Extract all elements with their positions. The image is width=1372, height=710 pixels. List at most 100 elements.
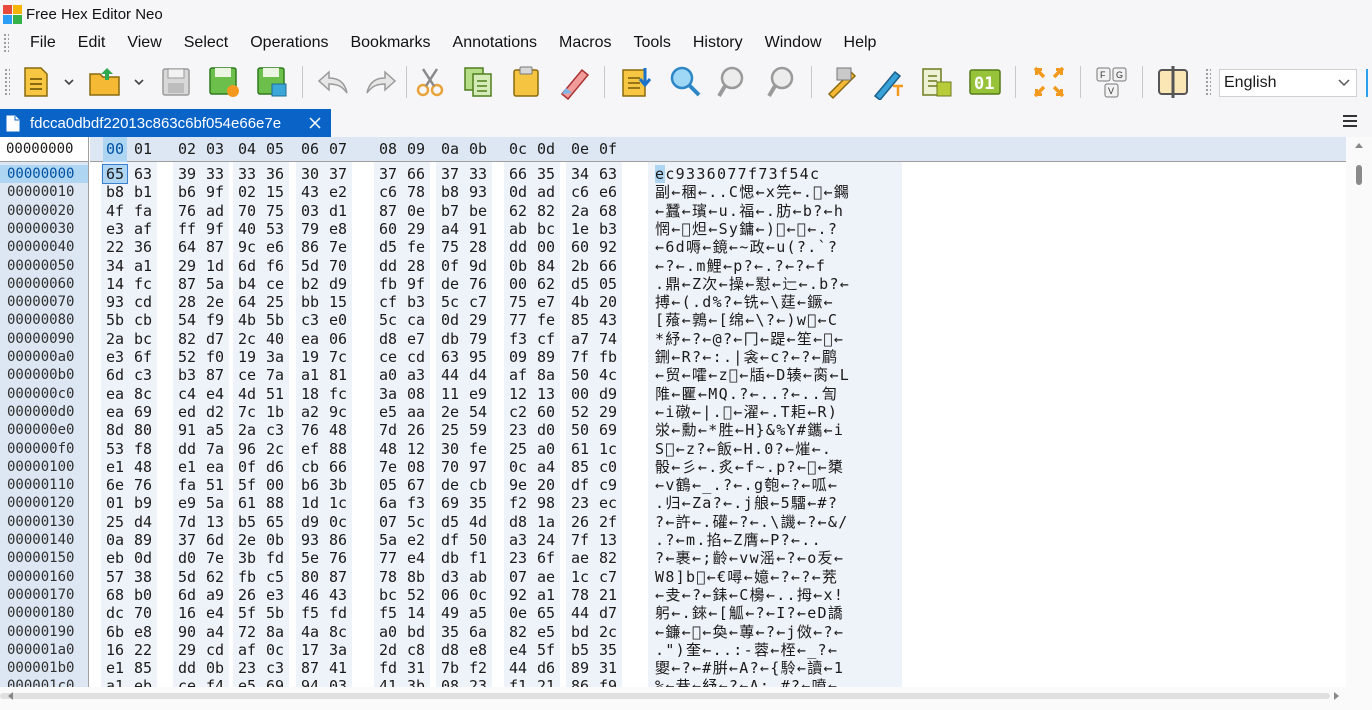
hex-byte[interactable]: 66	[404, 165, 428, 183]
hex-byte[interactable]: f3	[404, 494, 428, 512]
hex-byte[interactable]: 05	[596, 275, 620, 293]
hex-byte[interactable]: cb	[298, 458, 322, 476]
save-all-icon[interactable]	[254, 64, 290, 100]
row-offset[interactable]: 000000c0	[7, 385, 74, 403]
hex-byte[interactable]: 28	[466, 238, 490, 256]
ascii-row[interactable]: 副←稛←..C愢←x笎←.￿←鐊	[655, 183, 850, 201]
column-header-0a[interactable]: 0a	[438, 137, 462, 162]
hex-byte[interactable]: 00	[568, 385, 592, 403]
hex-byte[interactable]: 66	[326, 458, 350, 476]
hex-byte[interactable]: 64	[175, 238, 199, 256]
hex-byte[interactable]: 84	[534, 257, 558, 275]
hex-byte[interactable]: fb	[235, 568, 259, 586]
hex-byte[interactable]: b5	[568, 641, 592, 659]
split-view-icon[interactable]	[1155, 64, 1191, 100]
hex-byte[interactable]: 12	[404, 440, 428, 458]
copy-icon[interactable]	[460, 64, 496, 100]
hex-byte[interactable]: 29	[404, 220, 428, 238]
hex-byte[interactable]: d7	[203, 330, 227, 348]
hex-byte[interactable]: b4	[235, 275, 259, 293]
hex-byte[interactable]: dd	[175, 440, 199, 458]
hex-byte[interactable]: c6	[376, 183, 400, 201]
hex-byte[interactable]: dc	[103, 604, 127, 622]
hex-byte[interactable]: 22	[131, 641, 155, 659]
hex-byte[interactable]: 25	[438, 421, 462, 439]
hex-byte[interactable]: a4	[203, 623, 227, 641]
hex-byte[interactable]: c9	[596, 476, 620, 494]
hex-byte[interactable]: 7e	[203, 549, 227, 567]
hex-byte[interactable]: 2a	[568, 202, 592, 220]
hex-byte[interactable]: 91	[175, 421, 199, 439]
column-header-0d[interactable]: 0d	[534, 137, 558, 162]
hex-byte[interactable]: 62	[203, 568, 227, 586]
hex-byte[interactable]: bc	[534, 220, 558, 238]
hex-byte[interactable]: 25	[103, 513, 127, 531]
hex-byte[interactable]: 31	[596, 659, 620, 677]
hex-byte[interactable]: 29	[466, 311, 490, 329]
hex-byte[interactable]: b8	[103, 183, 127, 201]
hex-byte[interactable]: ae	[568, 549, 592, 567]
hex-byte[interactable]: 33	[235, 165, 259, 183]
hex-byte[interactable]: 05	[376, 476, 400, 494]
hex-byte[interactable]: b8	[438, 183, 462, 201]
hex-byte[interactable]: bd	[404, 623, 428, 641]
hex-byte[interactable]: d9	[596, 385, 620, 403]
hex-byte[interactable]: 5c	[404, 513, 428, 531]
hex-byte[interactable]: 8d	[103, 421, 127, 439]
hex-byte[interactable]: 82	[506, 623, 530, 641]
hex-byte[interactable]: a1	[131, 257, 155, 275]
hex-byte[interactable]: a3	[404, 366, 428, 384]
toolbar-grip[interactable]	[4, 68, 10, 96]
hex-byte[interactable]: 52	[404, 586, 428, 604]
hex-byte[interactable]: e5	[376, 403, 400, 421]
hex-byte[interactable]: d0	[175, 549, 199, 567]
hex-byte[interactable]: 48	[326, 421, 350, 439]
hex-byte[interactable]: c8	[404, 641, 428, 659]
hex-byte[interactable]: 2b	[568, 257, 592, 275]
hex-byte[interactable]: 44	[438, 366, 462, 384]
hex-byte[interactable]: 78	[376, 568, 400, 586]
hex-byte[interactable]: cf	[376, 293, 400, 311]
hex-byte[interactable]: fe	[466, 440, 490, 458]
scroll-up-icon[interactable]	[1354, 141, 1364, 149]
hex-byte[interactable]: 1b	[263, 403, 287, 421]
column-header-02[interactable]: 02	[175, 137, 199, 162]
hex-byte[interactable]: 74	[596, 330, 620, 348]
hex-byte[interactable]: 86	[298, 238, 322, 256]
hex-byte[interactable]: d5	[568, 275, 592, 293]
hex-byte[interactable]: 0d	[438, 311, 462, 329]
hex-byte[interactable]: 4d	[466, 513, 490, 531]
hex-editor[interactable]: 00000000 00 01 02 03 04 05 06 07 08 09 0a 0b 0c 0d 0e 0…	[0, 137, 1372, 710]
hex-byte[interactable]: a0	[376, 623, 400, 641]
menu-view[interactable]: View	[116, 28, 172, 58]
hex-byte[interactable]: c6	[568, 183, 592, 201]
hex-byte[interactable]: 5f	[235, 604, 259, 622]
hex-byte[interactable]: ab	[506, 220, 530, 238]
hex-byte[interactable]: ed	[175, 403, 199, 421]
hex-byte[interactable]: 13	[596, 531, 620, 549]
row-offset[interactable]: 000000d0	[7, 403, 74, 421]
hex-byte[interactable]: 26	[568, 513, 592, 531]
hex-byte[interactable]: 70	[438, 458, 462, 476]
hex-byte[interactable]: a5	[203, 421, 227, 439]
hex-byte[interactable]: 0b	[263, 531, 287, 549]
hex-byte[interactable]: 69	[438, 494, 462, 512]
hex-byte[interactable]: 2e	[438, 403, 462, 421]
hex-byte[interactable]: 97	[466, 458, 490, 476]
hex-byte[interactable]: 1d	[203, 257, 227, 275]
hex-byte[interactable]: c3	[263, 421, 287, 439]
hex-byte[interactable]: 98	[534, 494, 558, 512]
column-header-00[interactable]: 00	[103, 137, 127, 162]
edit-bookmark-icon[interactable]	[823, 64, 859, 100]
row-offset[interactable]: 000000a0	[7, 348, 74, 366]
hex-byte[interactable]: 01	[103, 494, 127, 512]
hex-byte[interactable]: 37	[326, 165, 350, 183]
row-offset[interactable]: 00000190	[7, 623, 74, 641]
hex-byte[interactable]: 0a	[103, 531, 127, 549]
hex-byte[interactable]: 48	[376, 440, 400, 458]
hex-byte[interactable]: 68	[596, 202, 620, 220]
menu-bookmarks[interactable]: Bookmarks	[339, 28, 441, 58]
hex-byte[interactable]: cf	[534, 330, 558, 348]
hex-byte[interactable]: 2f	[596, 513, 620, 531]
hex-byte[interactable]: 7a	[203, 440, 227, 458]
